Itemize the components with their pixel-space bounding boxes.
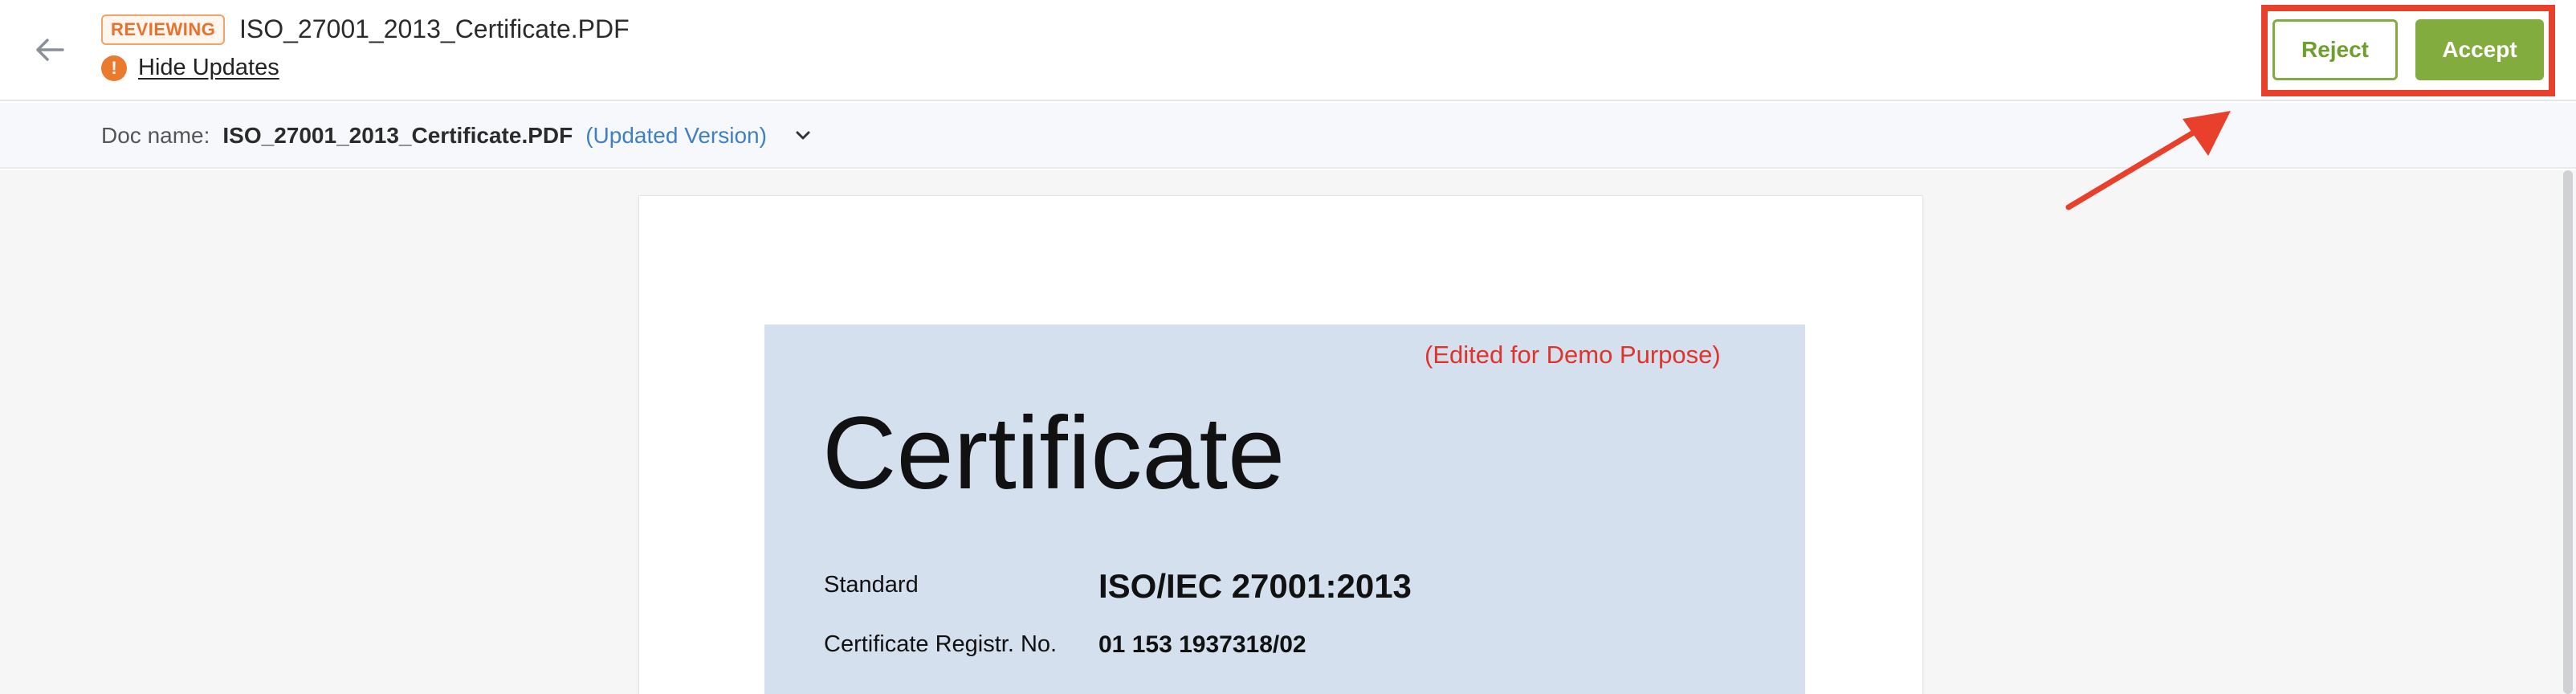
annotation-arrow-icon <box>2065 111 2231 210</box>
viewer-scrollbar[interactable] <box>2563 170 2573 694</box>
doc-name-row: Doc name: ISO_27001_2013_Certificate.PDF… <box>101 120 812 151</box>
certificate-title: Certificate <box>822 396 1286 511</box>
status-badge: REVIEWING <box>101 14 226 45</box>
version-dropdown-button[interactable] <box>794 130 812 141</box>
doc-name-label: Doc name: <box>101 123 210 148</box>
doc-version-label: (Updated Version) <box>585 123 767 148</box>
demo-note: (Edited for Demo Purpose) <box>1425 341 1721 369</box>
exclamation-circle-icon: ! <box>101 55 127 81</box>
arrow-left-icon <box>36 39 64 61</box>
registration-label: Certificate Registr. No. <box>824 631 1058 657</box>
back-button[interactable] <box>29 31 71 69</box>
doc-name-value: ISO_27001_2013_Certificate.PDF <box>222 123 573 148</box>
hide-updates-link[interactable]: Hide Updates <box>138 55 279 81</box>
file-title: ISO_27001_2013_Certificate.PDF <box>239 14 630 43</box>
updates-toggle-row: ! Hide Updates <box>101 55 279 81</box>
standard-value: ISO/IEC 27001:2013 <box>1098 567 1412 605</box>
standard-label: Standard <box>824 572 919 598</box>
page-header: REVIEWING ISO_27001_2013_Certificate.PDF… <box>0 0 2576 101</box>
reject-button[interactable]: Reject <box>2272 19 2398 80</box>
accept-button[interactable]: Accept <box>2415 19 2544 80</box>
registration-value: 01 153 1937318/02 <box>1098 631 1306 658</box>
chevron-down-icon <box>796 131 810 140</box>
